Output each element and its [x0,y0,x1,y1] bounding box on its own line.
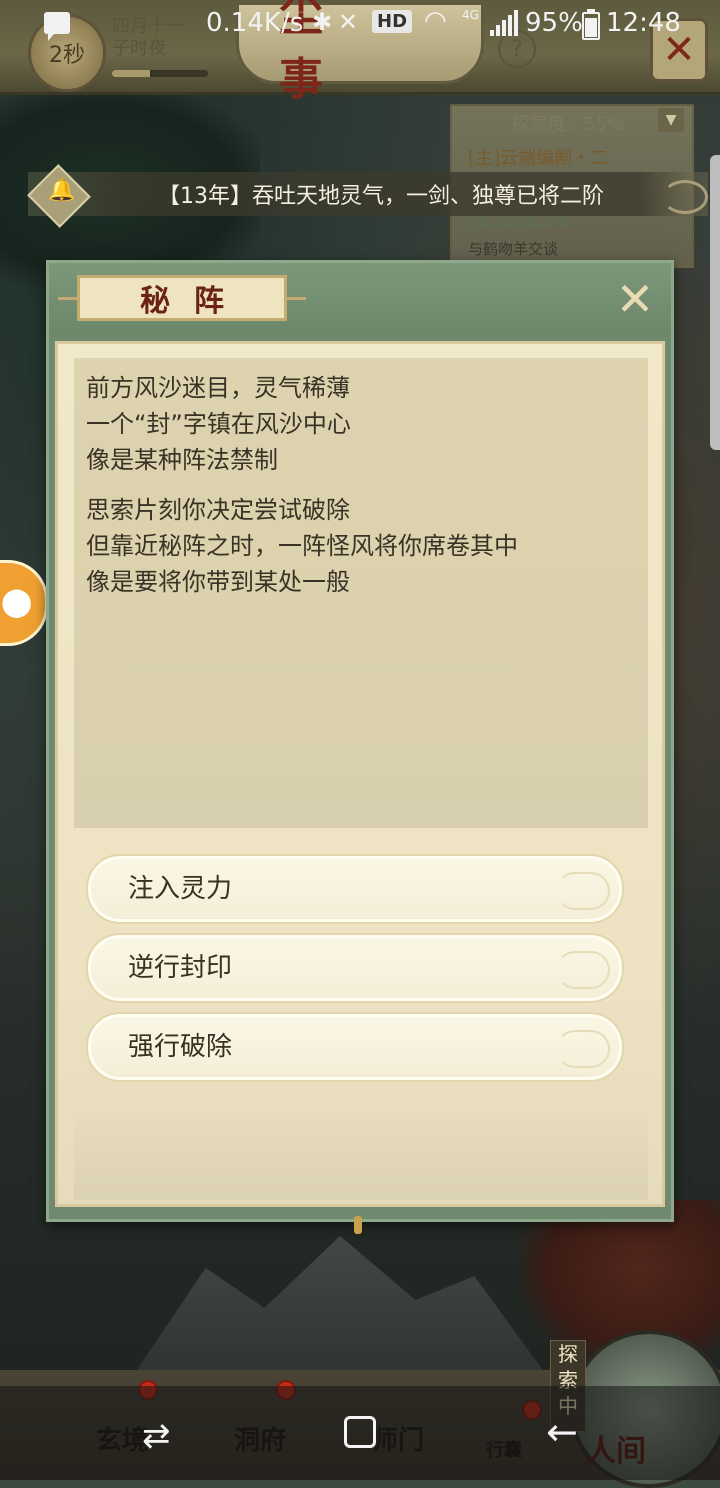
story-line: 前方风沙迷目，灵气稀薄 [86,374,350,402]
battery-percent: 95% [525,8,583,38]
hd-badge: HD [372,10,413,33]
announcement-banner: 🔔 【13年】吞吐天地灵气，一剑、独尊已将二阶 [27,164,708,228]
main-quest[interactable]: [主]云端编剧・二 [468,144,608,170]
wifi-icon: ◠ [424,6,447,36]
option-label: 逆行封印 [128,953,233,983]
quest-description: 与鹤吻羊交谈 [468,240,559,258]
dialog-body: 前方风沙迷目，灵气稀薄 一个“封”字镇在风沙中心 像是某种阵法禁制 思索片刻你决… [55,341,665,1207]
cloud-icon [556,872,610,910]
dialog-header: 秘阵 ✕ [49,263,671,337]
option-label: 注入灵力 [128,874,233,904]
dialog-title: 秘阵 [58,275,306,321]
scroll-pin-icon [354,1216,362,1234]
home-icon[interactable] [344,1416,376,1448]
option-inject-spirit-button[interactable]: 注入灵力 [86,854,624,924]
battery-icon [582,9,600,40]
network-speed: 0.14K/s [206,8,304,38]
cloud-swirl-icon [662,180,708,214]
story-text-box: 前方风沙迷目，灵气稀薄 一个“封”字镇在风沙中心 像是某种阵法禁制 思索片刻你决… [74,358,648,828]
back-icon[interactable]: ← [546,1410,578,1454]
story-line: 一个“封”字镇在风沙中心 [86,410,351,438]
clock: 12:48 [606,8,681,38]
collapse-chevron-icon[interactable]: ▼ [658,108,684,132]
bell-icon: 🔔 [48,178,76,203]
close-icon[interactable]: ✕ [613,276,657,322]
message-icon [44,12,70,41]
mist-decoration [74,1104,648,1200]
story-line: 像是要将你带到某处一般 [86,568,350,596]
system-navigation-bar: ⇄ ← [0,1386,720,1480]
option-force-break-button[interactable]: 强行破除 [86,1012,624,1082]
story-line: 像是某种阵法禁制 [86,446,278,474]
secret-formation-dialog: 秘阵 ✕ 前方风沙迷目，灵气稀薄 一个“封”字镇在风沙中心 像是某种阵法禁制 思… [46,260,674,1222]
option-label: 强行破除 [128,1032,233,1062]
story-line: 但靠近秘阵之时，一阵怪风将你席卷其中 [86,532,518,560]
story-line: 思索片刻你决定尝试破除 [86,496,350,524]
signal-icon [490,10,518,36]
network-type: 4G [462,8,479,22]
edge-panel-handle[interactable] [710,155,720,450]
status-bar: 0.14K/s ✱ ✕ HD ◠ 4G 95% 12:48 [0,0,720,52]
day-progress-bar [112,70,208,77]
cloud-icon [556,1030,610,1068]
recent-apps-icon[interactable]: ⇄ [142,1416,171,1456]
exploration-progress: 探索度：55% [512,114,625,135]
cloud-icon [556,951,610,989]
bluetooth-icon: ✱ [312,8,333,36]
mute-icon: ✕ [338,8,359,36]
announcement-text: 【13年】吞吐天地灵气，一剑、独尊已将二阶 [158,184,604,209]
gamepad-icon: ⬤ [1,585,33,618]
option-reverse-seal-button[interactable]: 逆行封印 [86,933,624,1003]
